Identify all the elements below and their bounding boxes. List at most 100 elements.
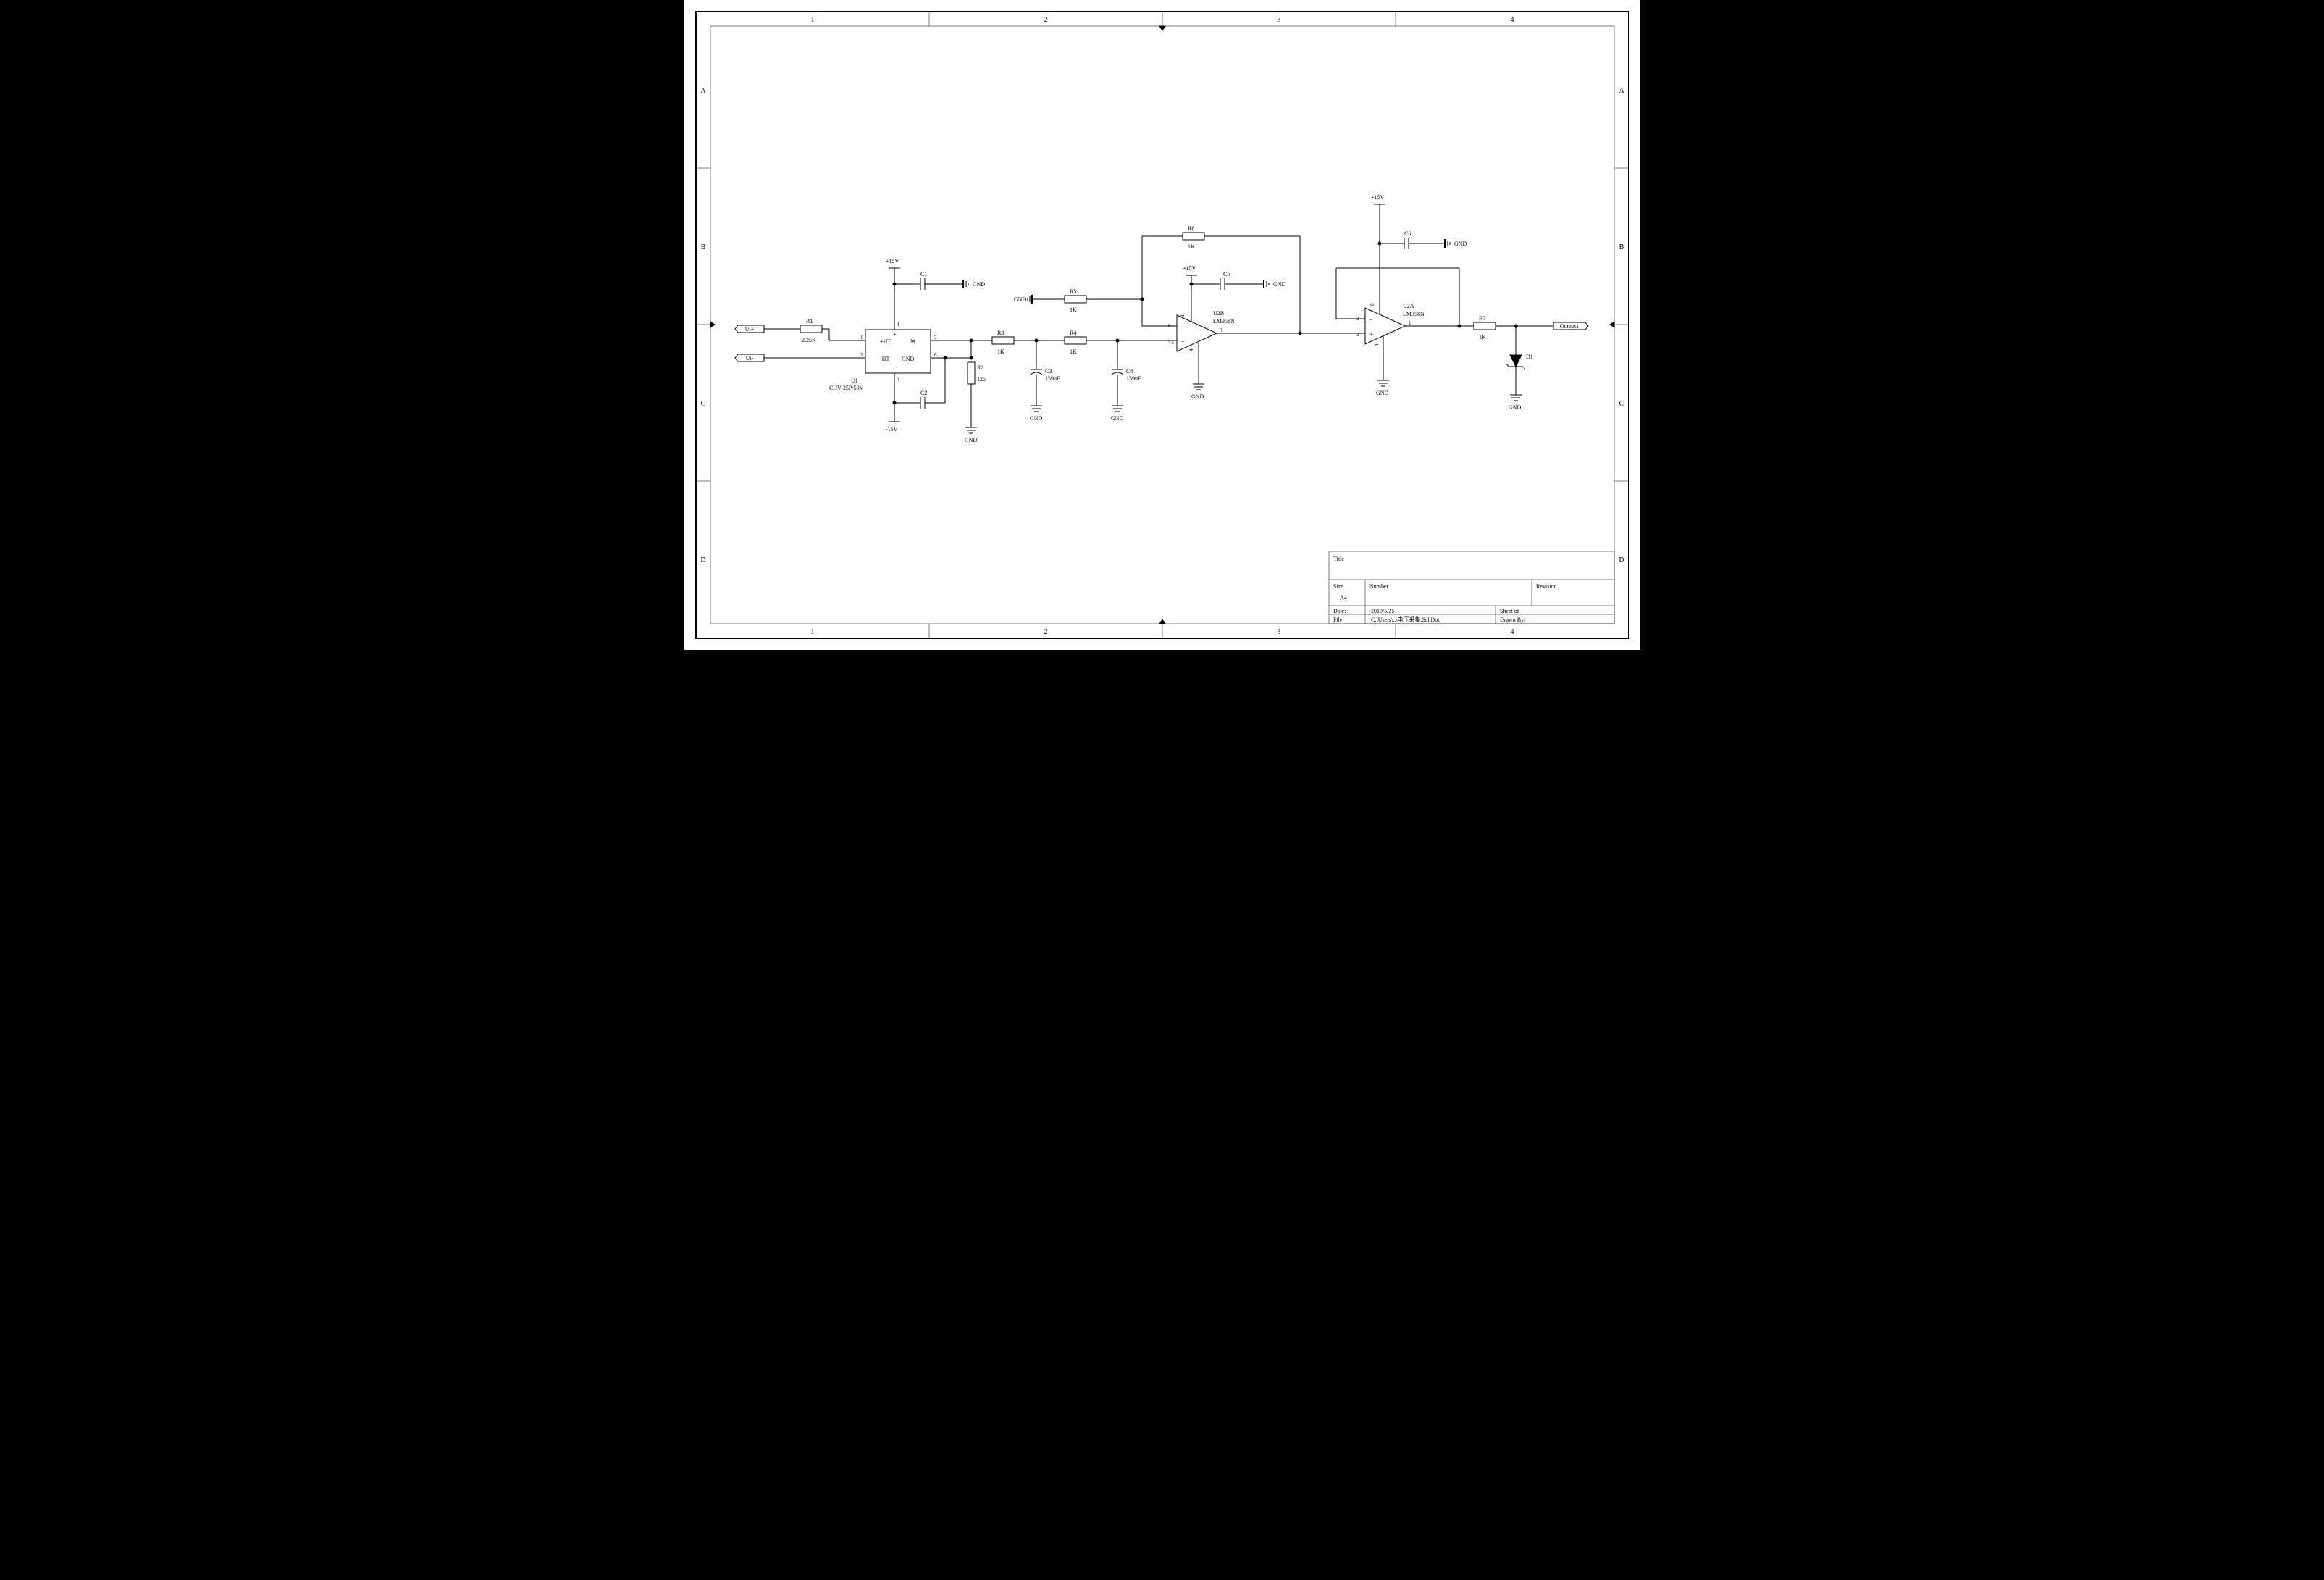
port-ui-plus: Ui+ <box>735 325 764 333</box>
u2b-pin7: 7 <box>1220 327 1223 333</box>
c3-val: 159uF <box>1045 375 1060 382</box>
tb-file-label: File: <box>1333 616 1344 623</box>
svg-text:+: + <box>1369 331 1373 338</box>
gnd-c5: GND <box>1264 280 1286 288</box>
c4-val: 159uF <box>1126 375 1141 382</box>
tb-sheet-label: Sheet of <box>1500 608 1519 614</box>
d1-ref: D1 <box>1526 354 1533 360</box>
u2b-p15v: +15V <box>1183 265 1196 272</box>
gnd-u2b-label: GND <box>1191 393 1204 400</box>
col-2-bot: 2 <box>1044 628 1047 636</box>
resistor-r3: R3 1K <box>992 330 1014 355</box>
gnd-d1: GND <box>1509 395 1522 411</box>
title-block: Title Size A4 Number Revision Date: 2019… <box>1329 551 1614 624</box>
u2a-pin4: 4 <box>1374 343 1380 346</box>
gnd-u2a-label: GND <box>1376 390 1389 396</box>
r5-val: 1K <box>1070 306 1077 313</box>
tb-size-label: Size <box>1333 583 1343 590</box>
gnd-c6: GND <box>1445 239 1467 248</box>
resistor-r2: R2 125 <box>968 362 986 384</box>
col-4-bot: 4 <box>1510 628 1514 636</box>
col-1-bot: 1 <box>810 628 814 636</box>
tb-number-label: Number <box>1369 583 1389 590</box>
gnd-r5-label: GND <box>1014 296 1027 303</box>
c3-ref: C3 <box>1045 368 1052 375</box>
u1-ht-m: -HT <box>880 356 889 362</box>
row-c-l: C <box>700 400 705 408</box>
gnd-c4: GND <box>1111 406 1124 422</box>
port-ui-minus: Ui- <box>735 354 764 361</box>
u2b-pin8: 8 <box>1180 314 1186 317</box>
opamp-u2b: −+ 6 5 7 U2B LM358N <box>1168 310 1235 351</box>
u1-m: M <box>910 338 915 345</box>
row-b-l: B <box>700 243 705 251</box>
r3-ref: R3 <box>997 330 1004 336</box>
u2a-pin1: 1 <box>1409 320 1411 326</box>
capacitor-c6: C6 <box>1404 230 1411 249</box>
c1-ref: C1 <box>920 271 927 277</box>
c6-ref: C6 <box>1404 230 1411 237</box>
gnd-c5-label: GND <box>1273 281 1286 288</box>
row-d-l: D <box>700 556 705 564</box>
r2-val: 125 <box>977 376 986 383</box>
gnd-c6-label: GND <box>1454 241 1467 247</box>
u2a-ref: U2A <box>1403 303 1414 309</box>
u1-pin2: 2 <box>860 352 863 358</box>
gnd-c1-label: GND <box>973 281 986 288</box>
tb-revision-label: Revision <box>1536 583 1556 590</box>
r7-ref: R7 <box>1479 315 1485 322</box>
r1-ref: R1 <box>806 318 813 325</box>
gnd-c1: GND <box>963 280 986 288</box>
u1-pin4: 4 <box>897 322 899 327</box>
gnd-c3: GND <box>1030 406 1043 422</box>
u1-m15v: -15V <box>886 426 898 432</box>
c5-ref: C5 <box>1223 271 1230 277</box>
u1-minus: - <box>893 366 895 372</box>
u2b-pin5: 5 <box>1168 339 1171 345</box>
tb-date-val: 2019/5/25 <box>1371 608 1394 614</box>
row-d-r: D <box>1619 556 1624 564</box>
u1-gnd: GND <box>902 356 915 362</box>
gnd-u2b: GND <box>1191 384 1204 400</box>
c2-ref: C2 <box>920 390 927 396</box>
col-4-top: 4 <box>1510 16 1514 24</box>
u2a-val: LM358N <box>1403 311 1425 317</box>
drawing-border: 1 2 3 4 1 2 3 4 A B C D A B C D <box>696 12 1629 638</box>
u1-pin3: 3 <box>934 335 937 340</box>
u1-pin5: 5 <box>897 376 899 382</box>
col-3-bot: 3 <box>1277 628 1280 636</box>
u2a-pin8: 8 <box>1369 303 1375 306</box>
u2b-val: LM358N <box>1213 318 1235 325</box>
r3-val: 1K <box>997 348 1004 355</box>
u1-pin1: 1 <box>860 335 863 340</box>
port-output: Output1 <box>1553 322 1588 330</box>
tb-title-label: Title <box>1333 556 1344 562</box>
r4-val: 1K <box>1070 348 1077 355</box>
u2a-p15v: +15V <box>1371 194 1385 201</box>
port-output-label: Output1 <box>1559 323 1578 330</box>
u1-pin6: 6 <box>934 352 937 358</box>
port-ui-plus-label: Ui+ <box>744 326 754 333</box>
svg-text:−: − <box>1369 317 1373 323</box>
gnd-r2: GND <box>965 427 978 443</box>
capacitor-c2: C2 <box>920 390 927 409</box>
r5-ref: R5 <box>1070 288 1076 295</box>
row-a-r: A <box>1619 87 1624 95</box>
u1-ref: U1 <box>851 377 858 384</box>
u2b-ref: U2B <box>1213 310 1224 317</box>
resistor-r1: R1 2.25K <box>800 318 822 343</box>
capacitor-c3: C3 159uF <box>1031 368 1060 382</box>
u2b-pin4: 4 <box>1188 348 1194 351</box>
row-a-l: A <box>700 87 706 95</box>
tb-date-label: Date: <box>1333 608 1346 614</box>
col-3-top: 3 <box>1277 16 1280 24</box>
u1-ht-p: +HT <box>880 338 891 345</box>
gnd-c4-label: GND <box>1111 415 1124 422</box>
gnd-u2a: GND <box>1376 380 1389 396</box>
schematic-sheet: 1 2 3 4 1 2 3 4 A B C D A B C D Ui+ R1 2… <box>684 0 1640 650</box>
ic-u1: +HT -HT M GND + - U1 CHV-25P/50V <box>829 330 931 391</box>
col-1-top: 1 <box>810 16 814 24</box>
tb-drawn-label: Drawn By: <box>1500 616 1525 623</box>
r6-ref: R6 <box>1188 225 1194 232</box>
row-c-r: C <box>1619 400 1624 408</box>
